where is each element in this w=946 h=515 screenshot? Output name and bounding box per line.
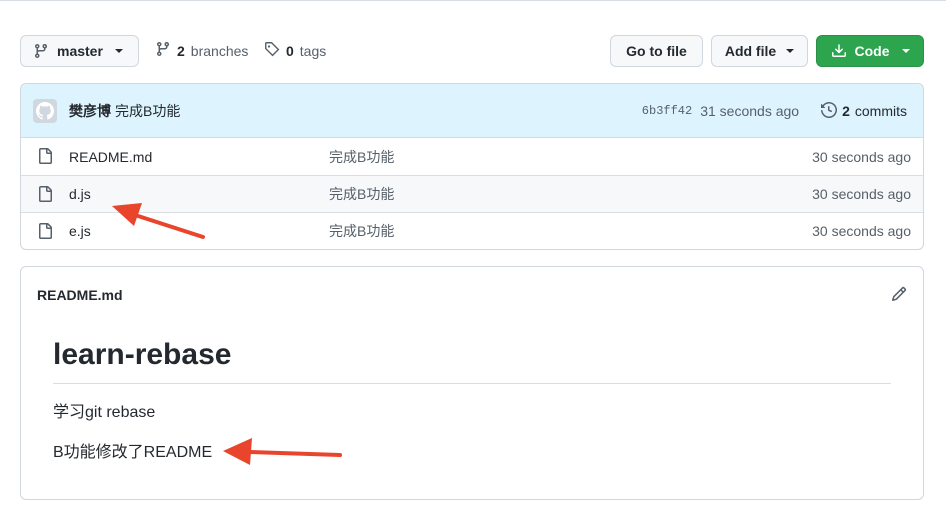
chevron-down-icon — [114, 49, 123, 53]
file-time: 30 seconds ago — [812, 223, 911, 239]
file-row[interactable]: e.js 完成B功能 30 seconds ago — [21, 212, 923, 249]
file-commit-message[interactable]: 完成B功能 — [329, 221, 394, 241]
commits-link[interactable]: 2 commits — [821, 101, 907, 121]
file-icon — [37, 223, 53, 242]
readme-paragraph: 学习git rebase — [53, 404, 156, 421]
avatar-icon[interactable] — [33, 98, 57, 123]
file-time: 30 seconds ago — [812, 186, 911, 202]
readme-paragraph: B功能修改了README — [53, 444, 213, 461]
branches-label: branches — [190, 42, 249, 59]
tags-count: 0 — [286, 42, 294, 59]
file-name[interactable]: README.md — [69, 149, 152, 165]
code-label: Code — [854, 43, 890, 59]
top-divider — [0, 0, 946, 1]
commit-message[interactable]: 完成B功能 — [115, 101, 180, 121]
tags-label: tags — [299, 42, 327, 59]
commits-count: 2 — [842, 103, 850, 119]
commit-author[interactable]: 樊彦博 — [69, 101, 111, 121]
file-icon — [37, 186, 53, 205]
file-icon — [37, 148, 53, 167]
commit-time: 31 seconds ago — [700, 103, 800, 119]
file-list: README.md 完成B功能 30 seconds ago d.js 完成B功… — [21, 138, 923, 249]
file-name[interactable]: e.js — [69, 223, 91, 239]
commits-label: commits — [854, 103, 907, 119]
branch-name: master — [57, 43, 103, 59]
download-icon — [831, 43, 847, 59]
add-file-button[interactable]: Add file — [711, 35, 808, 67]
file-row[interactable]: README.md 完成B功能 30 seconds ago — [21, 138, 923, 175]
pencil-icon[interactable] — [891, 286, 907, 305]
branches-link[interactable]: 2 branches — [155, 41, 248, 60]
branch-select-button[interactable]: master — [20, 35, 139, 67]
readme-panel: README.md learn-rebase 学习git rebase B功能修… — [20, 266, 924, 500]
file-browser: 樊彦博 完成B功能 6b3ff42 31 seconds ago 2 commi… — [20, 83, 924, 250]
file-commit-message[interactable]: 完成B功能 — [329, 184, 394, 204]
commit-sha[interactable]: 6b3ff42 — [642, 104, 692, 118]
readme-heading: learn-rebase — [53, 337, 891, 384]
commit-meta: 6b3ff42 31 seconds ago 2 commits — [642, 84, 907, 138]
readme-header: README.md — [21, 267, 923, 322]
file-time: 30 seconds ago — [812, 148, 911, 165]
branch-icon — [33, 43, 49, 59]
readme-filename[interactable]: README.md — [37, 287, 123, 303]
file-name[interactable]: d.js — [69, 186, 91, 202]
latest-commit-bar: 樊彦博 完成B功能 6b3ff42 31 seconds ago 2 commi… — [21, 84, 923, 138]
branch-icon — [155, 41, 171, 60]
branches-count: 2 — [177, 42, 185, 59]
history-icon — [821, 101, 838, 121]
chevron-down-icon — [786, 49, 795, 53]
chevron-down-icon — [901, 49, 910, 53]
tags-link[interactable]: 0 tags — [264, 41, 326, 60]
code-button[interactable]: Code — [816, 35, 924, 67]
file-row[interactable]: d.js 完成B功能 30 seconds ago — [21, 175, 923, 212]
file-commit-message[interactable]: 完成B功能 — [329, 147, 394, 167]
readme-content: learn-rebase 学习git rebase B功能修改了README — [53, 337, 891, 464]
add-file-label: Add file — [724, 43, 777, 59]
go-to-file-button[interactable]: Go to file — [610, 35, 703, 67]
tag-icon — [264, 41, 280, 60]
